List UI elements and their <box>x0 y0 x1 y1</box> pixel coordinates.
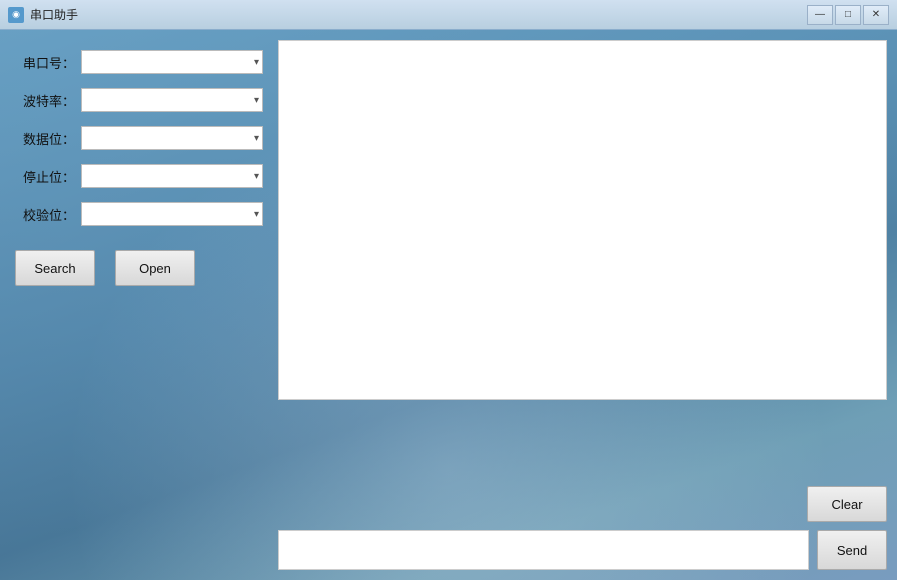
window-body: 串口号： ▾ 波特率： ▾ 数据位： ▾ <box>0 30 897 580</box>
send-input[interactable] <box>278 530 809 570</box>
parity-select[interactable] <box>81 202 263 226</box>
serial-port-select[interactable] <box>81 50 263 74</box>
stop-bits-label: 停止位： <box>15 167 75 186</box>
text-display-area[interactable] <box>278 40 887 400</box>
clear-button[interactable]: Clear <box>807 486 887 522</box>
app-icon: ◉ <box>8 7 24 23</box>
action-buttons: Search Open <box>15 250 263 286</box>
data-bits-row: 数据位： ▾ <box>15 126 263 150</box>
baud-rate-row: 波特率： ▾ <box>15 88 263 112</box>
baud-rate-select[interactable] <box>81 88 263 112</box>
title-buttons: — □ ✕ <box>807 5 889 25</box>
search-button[interactable]: Search <box>15 250 95 286</box>
parity-row: 校验位： ▾ <box>15 202 263 226</box>
parity-label: 校验位： <box>15 205 75 224</box>
title-bar: ◉ 串口助手 — □ ✕ <box>0 0 897 30</box>
baud-rate-label: 波特率： <box>15 91 75 110</box>
minimize-button[interactable]: — <box>807 5 833 25</box>
data-bits-select[interactable] <box>81 126 263 150</box>
title-bar-left: ◉ 串口助手 <box>8 6 78 23</box>
serial-port-label: 串口号： <box>15 53 75 72</box>
baud-rate-select-wrapper: ▾ <box>81 88 263 112</box>
parity-select-wrapper: ▾ <box>81 202 263 226</box>
open-button[interactable]: Open <box>115 250 195 286</box>
close-button[interactable]: ✕ <box>863 5 889 25</box>
right-panel <box>278 40 887 400</box>
bottom-area: Clear Send <box>278 486 887 570</box>
send-button[interactable]: Send <box>817 530 887 570</box>
stop-bits-row: 停止位： ▾ <box>15 164 263 188</box>
window-title: 串口助手 <box>30 6 78 23</box>
serial-port-row: 串口号： ▾ <box>15 50 263 74</box>
data-bits-label: 数据位： <box>15 129 75 148</box>
send-row: Send <box>278 530 887 570</box>
data-bits-select-wrapper: ▾ <box>81 126 263 150</box>
maximize-button[interactable]: □ <box>835 5 861 25</box>
clear-row: Clear <box>278 486 887 522</box>
stop-bits-select[interactable] <box>81 164 263 188</box>
left-panel: 串口号： ▾ 波特率： ▾ 数据位： ▾ <box>0 30 278 580</box>
stop-bits-select-wrapper: ▾ <box>81 164 263 188</box>
serial-port-select-wrapper: ▾ <box>81 50 263 74</box>
